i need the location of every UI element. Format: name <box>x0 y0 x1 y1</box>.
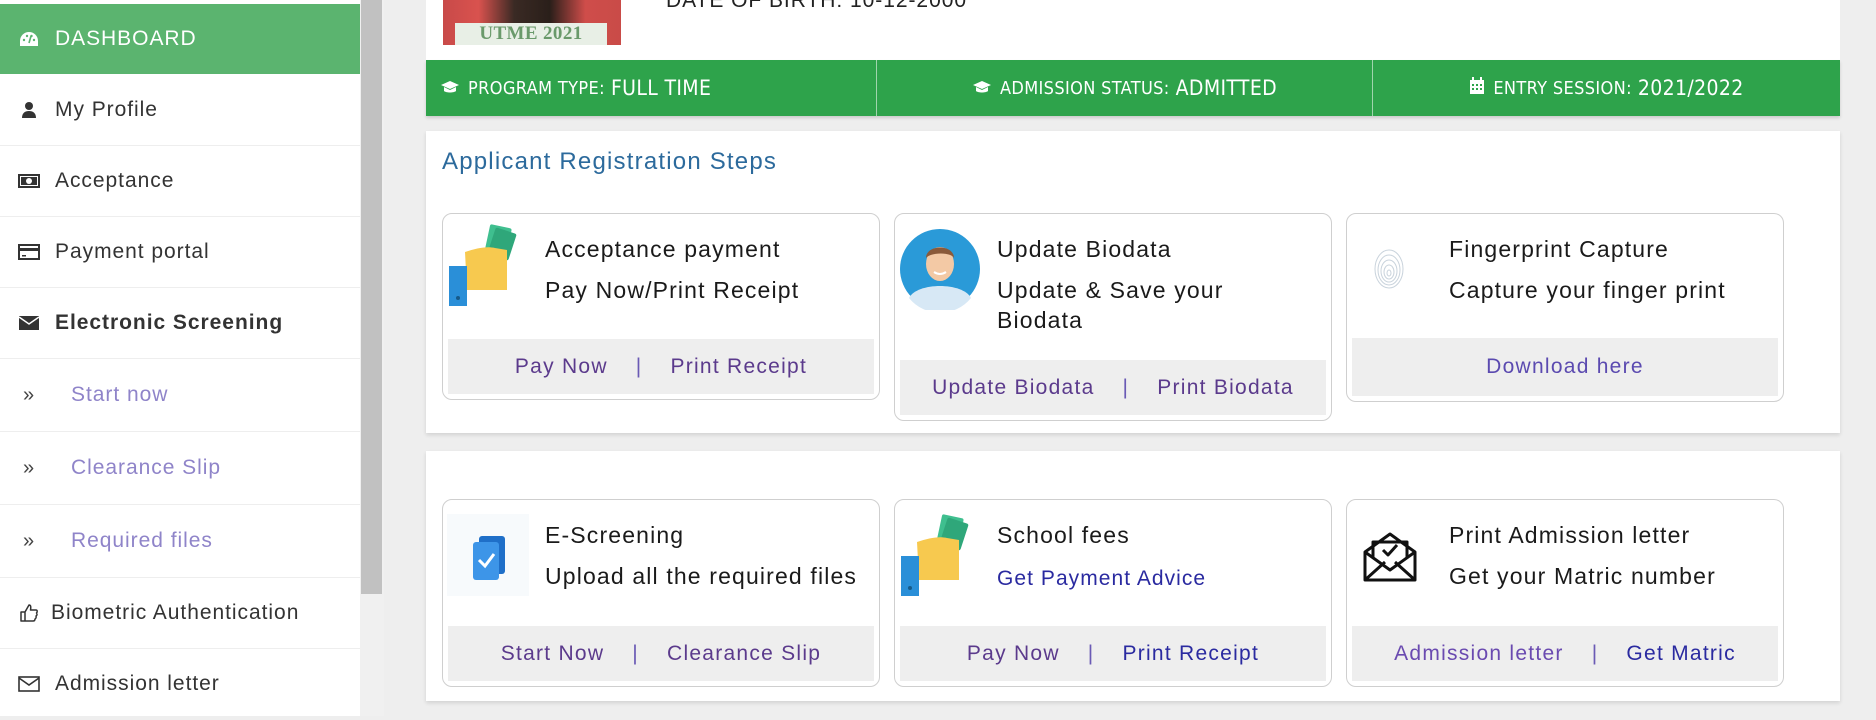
sidebar-item-label: Clearance Slip <box>71 456 222 479</box>
fingerprint-capture-card: Fingerprint Capture Capture your finger … <box>1346 213 1784 402</box>
cash-hand-icon <box>447 224 529 308</box>
admission-letter-link[interactable]: Admission letter <box>1394 642 1564 666</box>
separator: | <box>1122 375 1130 399</box>
credit-card-icon <box>17 244 41 260</box>
date-of-birth: DATE OF BIRTH: 10-12-2000 <box>666 0 967 12</box>
download-here-link[interactable]: Download here <box>1486 355 1644 379</box>
card-actions: Pay Now | Print Receipt <box>900 626 1326 681</box>
panel-title: Applicant Registration Steps <box>442 148 778 175</box>
acceptance-payment-card: Acceptance payment Pay Now/Print Receipt… <box>442 213 880 400</box>
sidebar-item-required-files[interactable]: » Required files <box>0 505 360 578</box>
document-check-icon <box>447 514 529 596</box>
sidebar-item-label: Required files <box>71 529 213 552</box>
dashboard-icon <box>17 31 41 47</box>
sidebar-item-my-profile[interactable]: My Profile <box>0 75 360 146</box>
sidebar-item-payment-portal[interactable]: Payment portal <box>0 217 360 288</box>
double-chevron-right-icon: » <box>22 383 36 406</box>
program-type: PROGRAM TYPE: FULL TIME <box>426 60 877 116</box>
entry-session-value: 2021/2022 <box>1637 76 1744 100</box>
calendar-icon <box>1469 77 1485 99</box>
start-now-link[interactable]: Start Now <box>501 642 605 666</box>
sidebar-item-label: Start now <box>71 383 169 406</box>
cash-hand-icon <box>899 514 981 598</box>
pay-now-link[interactable]: Pay Now <box>515 355 608 379</box>
fingerprint-icon <box>1373 248 1413 290</box>
registration-steps-panel: Applicant Registration Steps Acceptance … <box>426 131 1840 433</box>
school-fees-card: School fees Get Payment Advice Pay Now |… <box>894 499 1332 687</box>
user-icon <box>17 101 41 119</box>
sidebar: DASHBOARD My Profile Acceptance Payment … <box>0 0 360 720</box>
thumbs-up-icon <box>17 603 41 623</box>
sidebar-item-acceptance[interactable]: Acceptance <box>0 146 360 217</box>
card-title: Print Admission letter <box>1449 522 1691 548</box>
e-screening-card: E-Screening Upload all the required file… <box>442 499 880 687</box>
card-description: Upload all the required files <box>545 563 858 589</box>
sidebar-item-dashboard[interactable]: DASHBOARD <box>0 4 360 74</box>
card-title: E-Screening <box>545 522 685 548</box>
sidebar-item-label: DASHBOARD <box>55 27 197 50</box>
sidebar-item-label: My Profile <box>55 98 158 121</box>
sidebar-scrollbar-thumb[interactable] <box>361 0 382 594</box>
print-receipt-link[interactable]: Print Receipt <box>1122 642 1259 666</box>
graduation-cap-icon <box>440 79 460 98</box>
update-biodata-card: Update Biodata Update & Save your Biodat… <box>894 213 1332 421</box>
card-actions: Start Now | Clearance Slip <box>448 626 874 681</box>
card-description: Get your Matric number <box>1449 563 1716 589</box>
sidebar-item-admission-letter[interactable]: Admission letter <box>0 649 360 720</box>
print-biodata-link[interactable]: Print Biodata <box>1157 376 1294 400</box>
get-payment-advice-link[interactable]: Get Payment Advice <box>997 564 1317 594</box>
profile-card <box>426 0 1840 60</box>
sidebar-item-label: Acceptance <box>55 169 175 192</box>
sidebar-item-label: Admission letter <box>55 672 220 695</box>
sidebar-item-label: Payment portal <box>55 240 210 263</box>
sidebar-item-label: Biometric Authentication <box>51 601 300 624</box>
money-icon <box>17 174 41 188</box>
admission-status-label: ADMISSION STATUS: <box>999 77 1170 99</box>
envelope-outline-icon <box>17 676 41 692</box>
sidebar-item-start-now[interactable]: » Start now <box>0 359 360 432</box>
card-title: Update Biodata <box>997 236 1172 262</box>
update-biodata-link[interactable]: Update Biodata <box>932 376 1094 400</box>
photo-caption: UTME 2021 <box>455 23 607 45</box>
graduation-cap-icon <box>972 79 992 98</box>
user-avatar-icon <box>899 228 981 313</box>
applicant-photo: UTME 2021 <box>443 0 621 45</box>
admission-status: ADMISSION STATUS: ADMITTED <box>877 60 1373 116</box>
card-description: Capture your finger print <box>1449 277 1726 303</box>
separator: | <box>1087 641 1095 665</box>
card-description: Update & Save your Biodata <box>997 277 1224 333</box>
sidebar-item-electronic-screening[interactable]: Electronic Screening <box>0 288 360 359</box>
pay-now-link[interactable]: Pay Now <box>967 642 1060 666</box>
card-actions: Download here <box>1352 338 1778 396</box>
double-chevron-right-icon: » <box>22 529 36 552</box>
envelope-check-icon <box>1363 530 1419 586</box>
get-matric-link[interactable]: Get Matric <box>1626 642 1735 666</box>
entry-session-label: ENTRY SESSION: <box>1493 77 1632 99</box>
entry-session: ENTRY SESSION: 2021/2022 <box>1373 60 1840 116</box>
sidebar-item-clearance-slip[interactable]: » Clearance Slip <box>0 432 360 505</box>
double-chevron-right-icon: » <box>22 456 36 479</box>
admission-status-value: ADMITTED <box>1175 76 1278 100</box>
card-title: Fingerprint Capture <box>1449 236 1670 262</box>
sidebar-item-biometric-authentication[interactable]: Biometric Authentication <box>0 578 360 649</box>
card-actions: Pay Now | Print Receipt <box>448 339 874 394</box>
envelope-icon <box>17 315 41 331</box>
separator: | <box>1591 641 1599 665</box>
clearance-slip-link[interactable]: Clearance Slip <box>667 642 821 666</box>
more-steps-panel: E-Screening Upload all the required file… <box>426 451 1840 701</box>
admission-letter-card: Print Admission letter Get your Matric n… <box>1346 499 1784 687</box>
program-type-value: FULL TIME <box>610 76 712 100</box>
sidebar-item-label: Electronic Screening <box>55 311 284 334</box>
card-actions: Admission letter | Get Matric <box>1352 626 1778 681</box>
print-receipt-link[interactable]: Print Receipt <box>670 355 807 379</box>
separator: | <box>635 354 643 378</box>
card-title: Acceptance payment <box>545 236 781 262</box>
card-actions: Update Biodata | Print Biodata <box>900 360 1326 415</box>
card-description: Pay Now/Print Receipt <box>545 277 800 303</box>
program-type-label: PROGRAM TYPE: <box>468 77 605 99</box>
card-title: School fees <box>997 522 1130 548</box>
separator: | <box>632 641 640 665</box>
admission-info-bar: PROGRAM TYPE: FULL TIME ADMISSION STATUS… <box>426 60 1840 116</box>
